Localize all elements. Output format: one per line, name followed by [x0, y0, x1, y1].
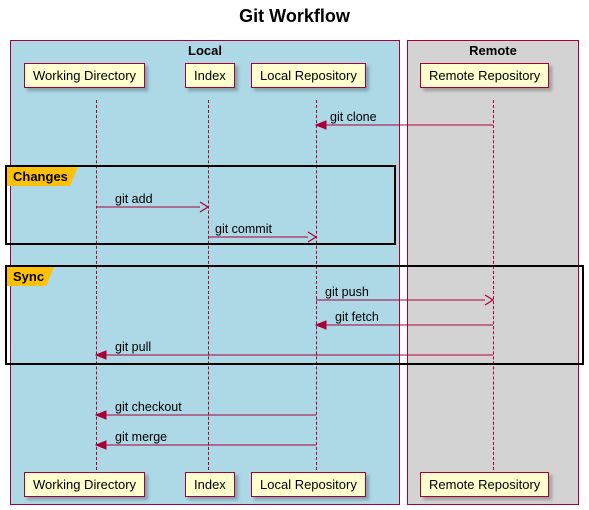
participant-idx-top: Index [185, 63, 235, 88]
msg-pull: git pull [115, 340, 151, 354]
group-local-label: Local [11, 43, 399, 58]
frame-sync-label: Sync [7, 267, 54, 286]
participant-rrepo-top: Remote Repository [420, 63, 549, 88]
participant-lrepo-bottom: Local Repository [251, 472, 366, 497]
frame-changes-label: Changes [7, 167, 78, 186]
frame-sync: Sync [5, 265, 584, 365]
msg-clone: git clone [330, 110, 377, 124]
msg-merge: git merge [115, 430, 167, 444]
participant-wd-top: Working Directory [24, 63, 145, 88]
frame-changes: Changes [5, 165, 396, 245]
msg-commit: git commit [215, 222, 272, 236]
participant-idx-bottom: Index [185, 472, 235, 497]
msg-fetch: git fetch [335, 310, 379, 324]
participant-lrepo-top: Local Repository [251, 63, 366, 88]
diagram-canvas: Git Workflow Local Remote Working Direct… [0, 0, 589, 510]
diagram-title: Git Workflow [0, 6, 589, 27]
msg-add: git add [115, 192, 153, 206]
msg-checkout: git checkout [115, 400, 182, 414]
msg-push: git push [325, 285, 369, 299]
group-remote-label: Remote [408, 43, 578, 58]
participant-rrepo-bottom: Remote Repository [420, 472, 549, 497]
participant-wd-bottom: Working Directory [24, 472, 145, 497]
